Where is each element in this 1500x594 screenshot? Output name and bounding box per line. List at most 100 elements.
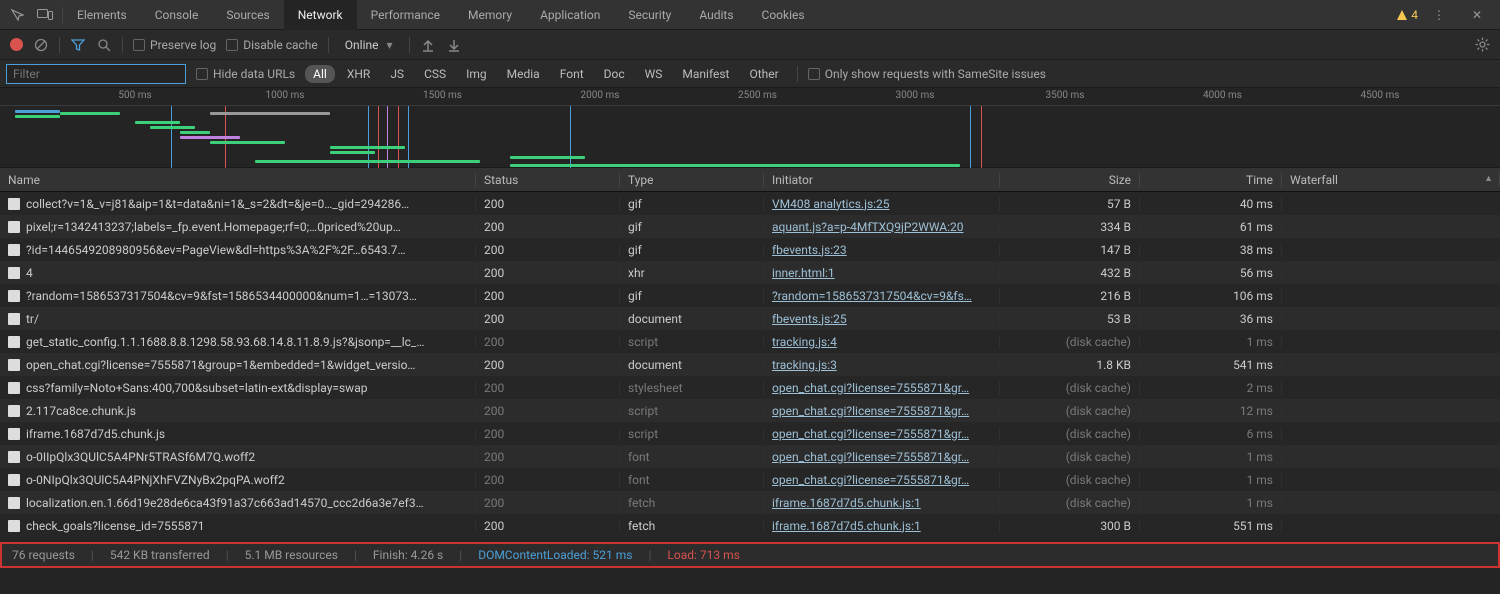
column-type[interactable]: Type (620, 173, 764, 187)
cell-initiator[interactable]: fbevents.js:23 (764, 243, 1000, 257)
table-row[interactable]: open_chat.cgi?license=7555871&group=1&em… (0, 353, 1500, 376)
column-waterfall[interactable]: Waterfall▲ (1282, 173, 1500, 187)
table-row[interactable]: check_goals?license_id=7555871200fetchif… (0, 514, 1500, 537)
file-icon (8, 428, 20, 440)
column-status[interactable]: Status (476, 173, 620, 187)
clear-icon[interactable] (33, 37, 49, 53)
cell-initiator[interactable]: aquant.js?a=p-4MfTXQ9jP2WWA:20 (764, 220, 1000, 234)
close-icon[interactable]: ✕ (1466, 4, 1488, 26)
preserve-log-checkbox[interactable]: Preserve log (133, 38, 216, 52)
tab-console[interactable]: Console (141, 0, 213, 30)
timeline-tick: 2500 ms (738, 90, 777, 101)
table-row[interactable]: localization.en.1.66d19e28de6ca43f91a37c… (0, 491, 1500, 514)
request-table-body[interactable]: collect?v=1&_v=j81&aip=1&t=data&ni=1&_s=… (0, 192, 1500, 542)
cell-initiator[interactable]: iframe.1687d7d5.chunk.js:1 (764, 519, 1000, 533)
cell-initiator[interactable]: open_chat.cgi?license=7555871&gr… (764, 404, 1000, 418)
device-toolbar-icon[interactable] (34, 4, 56, 26)
file-icon (8, 405, 20, 417)
cell-initiator[interactable]: open_chat.cgi?license=7555871&gr… (764, 450, 1000, 464)
cell-initiator[interactable]: open_chat.cgi?license=7555871&gr… (764, 381, 1000, 395)
kebab-menu-icon[interactable]: ⋮ (1428, 4, 1450, 26)
timeline-overview[interactable]: 500 ms1000 ms1500 ms2000 ms2500 ms3000 m… (0, 88, 1500, 168)
filter-type-font[interactable]: Font (552, 65, 592, 83)
cell-status: 200 (476, 289, 620, 303)
tab-network[interactable]: Network (284, 0, 357, 30)
table-row[interactable]: o-0NIpQlx3QUlC5A4PNjXhFVZNyBx2pqPA.woff2… (0, 468, 1500, 491)
disable-cache-checkbox[interactable]: Disable cache (226, 38, 318, 52)
timeline-tick: 1000 ms (266, 90, 305, 101)
filter-type-other[interactable]: Other (741, 65, 786, 83)
filter-type-img[interactable]: Img (458, 65, 495, 83)
cell-name: o-0NIpQlx3QUlC5A4PNjXhFVZNyBx2pqPA.woff2 (0, 473, 476, 487)
cell-initiator[interactable]: VM408 analytics.js:25 (764, 197, 1000, 211)
tab-sources[interactable]: Sources (212, 0, 283, 30)
upload-har-icon[interactable] (420, 37, 436, 53)
cell-name: 2.117ca8ce.chunk.js (0, 404, 476, 418)
tab-performance[interactable]: Performance (357, 0, 454, 30)
record-button[interactable] (10, 38, 23, 51)
table-row[interactable]: ?id=1446549208980956&ev=PageView&dl=http… (0, 238, 1500, 261)
column-size[interactable]: Size (1000, 173, 1140, 187)
table-row[interactable]: pixel;r=1342413237;labels=_fp.event.Home… (0, 215, 1500, 238)
filter-type-ws[interactable]: WS (637, 65, 671, 83)
file-icon (8, 336, 20, 348)
inspect-element-icon[interactable] (6, 4, 28, 26)
table-row[interactable]: ?random=1586537317504&cv=9&fst=158653440… (0, 284, 1500, 307)
cell-status: 200 (476, 243, 620, 257)
download-har-icon[interactable] (446, 37, 462, 53)
file-icon (8, 382, 20, 394)
filter-type-xhr[interactable]: XHR (339, 65, 378, 83)
cell-size: 300 B (1000, 519, 1140, 533)
tab-application[interactable]: Application (526, 0, 614, 30)
cell-initiator[interactable]: open_chat.cgi?license=7555871&gr… (764, 473, 1000, 487)
filter-type-doc[interactable]: Doc (596, 65, 633, 83)
hide-data-urls-checkbox[interactable]: Hide data URLs (196, 67, 295, 81)
cell-type: script (620, 427, 764, 441)
tab-audits[interactable]: Audits (685, 0, 747, 30)
tab-security[interactable]: Security (614, 0, 685, 30)
cell-status: 200 (476, 404, 620, 418)
search-icon[interactable] (96, 37, 112, 53)
warnings-badge[interactable]: 4 (1396, 8, 1418, 22)
table-row[interactable]: css?family=Noto+Sans:400,700&subset=lati… (0, 376, 1500, 399)
cell-size: 57 B (1000, 197, 1140, 211)
cell-time: 61 ms (1140, 220, 1282, 234)
tab-elements[interactable]: Elements (63, 0, 141, 30)
file-icon (8, 520, 20, 532)
file-icon (8, 313, 20, 325)
cell-initiator[interactable]: tracking.js:3 (764, 358, 1000, 372)
filter-type-manifest[interactable]: Manifest (674, 65, 737, 83)
cell-name: check_goals?license_id=7555871 (0, 519, 476, 533)
column-name[interactable]: Name (0, 173, 476, 187)
column-time[interactable]: Time (1140, 173, 1282, 187)
tab-memory[interactable]: Memory (454, 0, 526, 30)
filter-type-all[interactable]: All (305, 65, 335, 83)
table-row[interactable]: iframe.1687d7d5.chunk.js200scriptopen_ch… (0, 422, 1500, 445)
status-domcontentloaded: DOMContentLoaded: 521 ms (478, 548, 632, 562)
filter-input[interactable] (6, 64, 186, 84)
table-row[interactable]: 2.117ca8ce.chunk.js200scriptopen_chat.cg… (0, 399, 1500, 422)
gear-icon[interactable] (1474, 37, 1490, 53)
cell-initiator[interactable]: iframe.1687d7d5.chunk.js:1 (764, 496, 1000, 510)
filter-type-js[interactable]: JS (382, 65, 412, 83)
filter-icon[interactable] (70, 37, 86, 53)
cell-initiator[interactable]: tracking.js:4 (764, 335, 1000, 349)
filter-type-media[interactable]: Media (499, 65, 548, 83)
table-row[interactable]: collect?v=1&_v=j81&aip=1&t=data&ni=1&_s=… (0, 192, 1500, 215)
tab-cookies[interactable]: Cookies (748, 0, 819, 30)
table-row[interactable]: get_static_config.1.1.1688.8.8.1298.58.9… (0, 330, 1500, 353)
timeline-tick: 500 ms (118, 90, 151, 101)
cell-initiator[interactable]: open_chat.cgi?license=7555871&gr… (764, 427, 1000, 441)
throttling-select[interactable]: Online▾ (339, 38, 399, 52)
cell-initiator[interactable]: ?random=1586537317504&cv=9&fs… (764, 289, 1000, 303)
filter-type-css[interactable]: CSS (416, 65, 454, 83)
cell-name: ?random=1586537317504&cv=9&fst=158653440… (0, 289, 476, 303)
column-initiator[interactable]: Initiator (764, 173, 1000, 187)
samesite-checkbox[interactable]: Only show requests with SameSite issues (808, 67, 1046, 81)
table-row[interactable]: tr/200documentfbevents.js:2553 B36 ms (0, 307, 1500, 330)
cell-time: 551 ms (1140, 519, 1282, 533)
cell-initiator[interactable]: fbevents.js:25 (764, 312, 1000, 326)
cell-initiator[interactable]: inner.html:1 (764, 266, 1000, 280)
table-row[interactable]: o-0IIpQlx3QUlC5A4PNr5TRASf6M7Q.woff2200f… (0, 445, 1500, 468)
table-row[interactable]: 4200xhrinner.html:1432 B56 ms (0, 261, 1500, 284)
